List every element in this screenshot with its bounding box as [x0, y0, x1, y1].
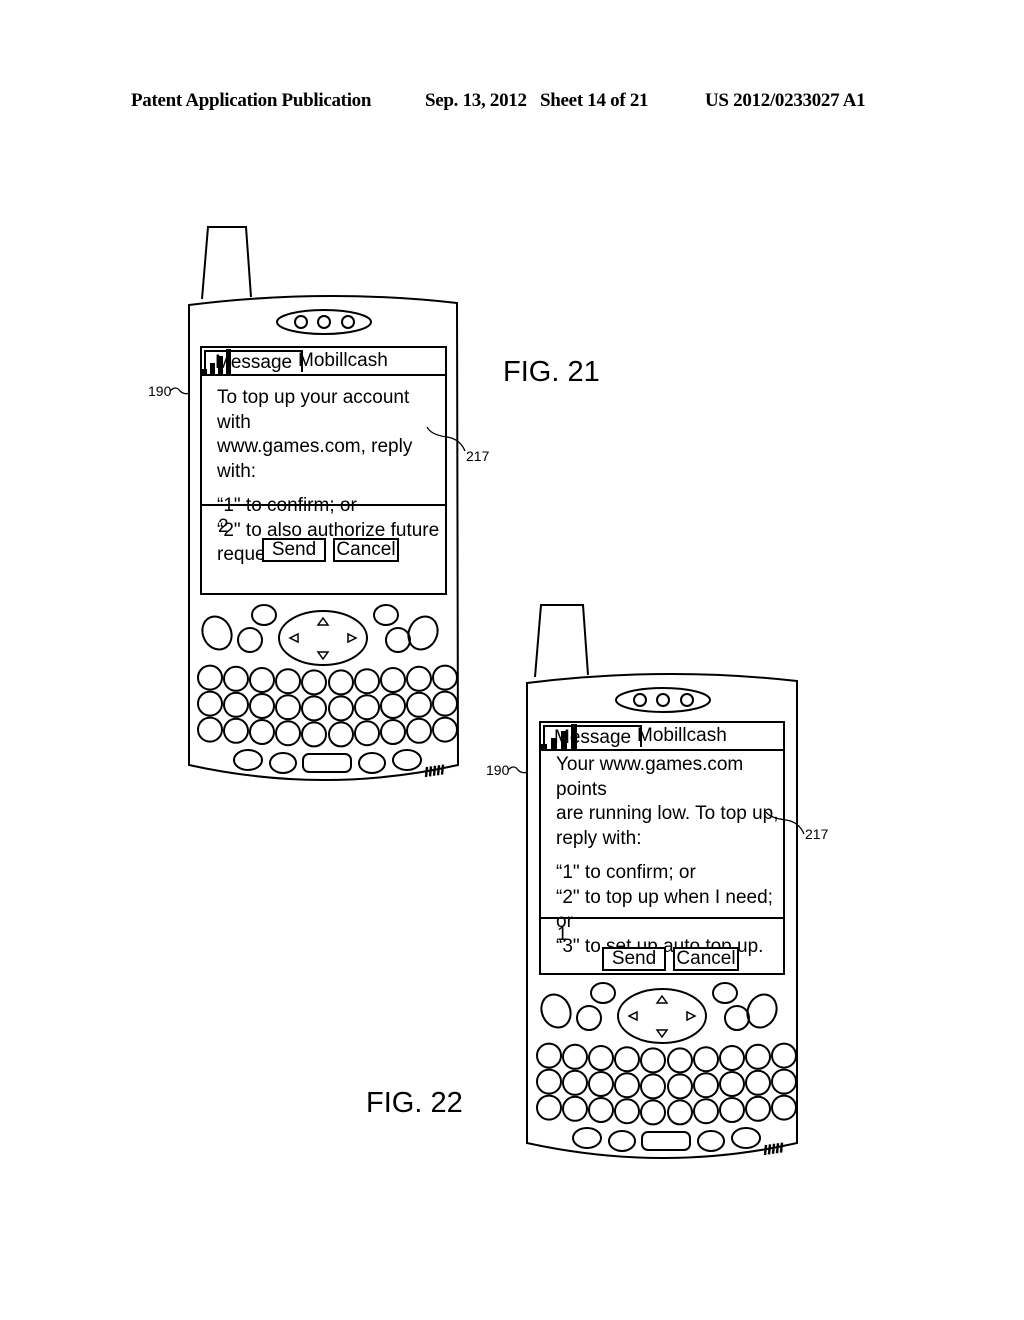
option-line: “3" to set up auto top up. — [556, 935, 764, 957]
cancel-button[interactable]: Cancel — [333, 538, 399, 562]
message-body: Your www.games.com points are running lo… — [541, 749, 783, 957]
signal-bars-icon — [541, 724, 577, 749]
message-line: www.games.com, reply with: — [217, 436, 413, 482]
tab-mobillcash[interactable]: Mobillcash — [298, 350, 388, 372]
cancel-button[interactable]: Cancel — [673, 947, 739, 971]
figure-label-22: FIG. 22 — [366, 1087, 463, 1119]
publication-label: Patent Application Publication — [131, 90, 372, 111]
speaker-grille-icon — [771, 1143, 776, 1154]
message-line: To top up your account with — [217, 387, 410, 433]
tab-mobillcash[interactable]: Mobillcash — [637, 725, 727, 747]
leader-line-217 — [765, 811, 805, 835]
tab-bar: Message Mobillcash — [202, 348, 445, 376]
option-line: requests. — [217, 544, 296, 565]
phone-screen: Message Mobillcash Your www.games.com po… — [539, 721, 785, 975]
speaker-grille-icon — [436, 765, 441, 776]
option-line: “1" to confirm; or — [217, 495, 357, 516]
message-line: are running low. To top up, — [556, 803, 779, 824]
reply-input[interactable]: 2 — [218, 516, 229, 538]
send-button[interactable]: Send — [262, 538, 326, 562]
tab-bar: Message Mobillcash — [541, 723, 783, 751]
message-body: To top up your account with www.games.co… — [202, 374, 445, 565]
figure-label-21: FIG. 21 — [503, 356, 600, 388]
speaker-grille-icon — [432, 765, 437, 776]
phone-screen: Message Mobillcash To top up your accoun… — [200, 346, 447, 595]
leader-line-217 — [426, 426, 466, 452]
option-line: “1" to confirm; or — [556, 862, 696, 883]
speaker-grille-icon — [775, 1143, 780, 1154]
send-button[interactable]: Send — [602, 947, 666, 971]
message-line: Your www.games.com points — [556, 754, 744, 800]
reply-input[interactable]: 1 — [557, 924, 568, 946]
speaker-grille-icon — [779, 1142, 784, 1153]
signal-bars-icon — [202, 349, 231, 374]
option-line: “2" to top up when I need; or — [556, 886, 773, 933]
message-reference-217: 217 — [466, 448, 490, 464]
speaker-grille-icon — [767, 1144, 772, 1155]
phone-fig-21: Message Mobillcash To top up your accoun… — [185, 225, 465, 785]
leader-line-190 — [508, 766, 529, 774]
speaker-grille-icon — [763, 1144, 768, 1156]
patent-number: US 2012/0233027 A1 — [705, 90, 866, 111]
option-line: “2" to also authorize future — [217, 519, 440, 541]
message-line: reply with: — [556, 827, 642, 849]
speaker-grille-icon — [440, 764, 445, 775]
speaker-grille-icon — [424, 766, 429, 778]
message-reference-217: 217 — [805, 826, 829, 842]
leader-line-190 — [170, 387, 191, 395]
device-reference-190: 190 — [486, 762, 510, 778]
speaker-grille-icon — [428, 766, 433, 777]
phone-fig-22: Message Mobillcash Your www.games.com po… — [524, 603, 804, 1163]
date-sheet-label: Sep. 13, 2012 Sheet 14 of 21 — [425, 90, 649, 111]
device-reference-190: 190 — [148, 383, 172, 399]
